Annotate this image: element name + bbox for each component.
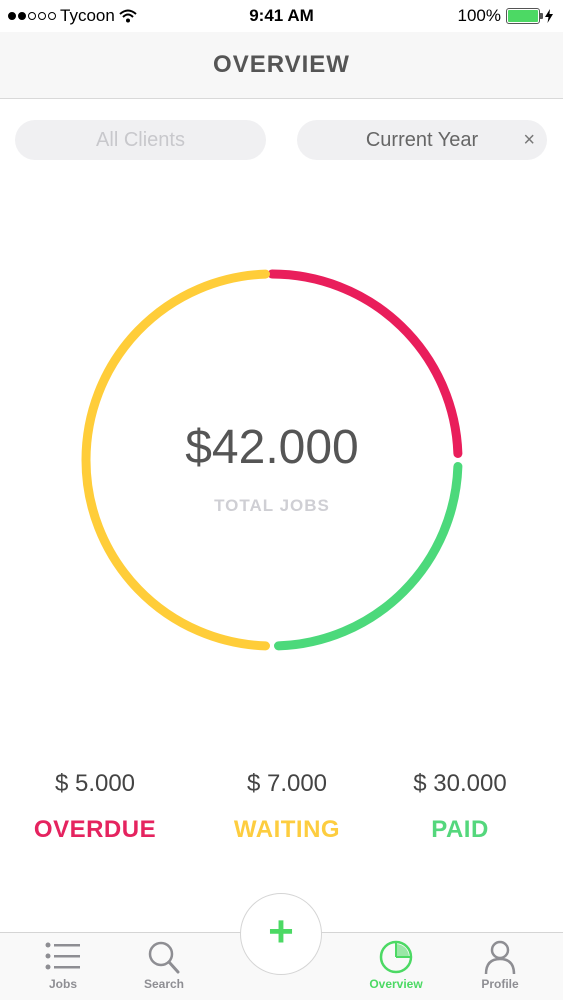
tab-overview-label: Overview [369,977,423,991]
total-jobs-amount: $42.000 [185,421,359,474]
stat-paid[interactable]: $ 30.000 PAID [370,770,550,844]
tab-jobs-label: Jobs [48,977,77,991]
total-jobs-label: TOTAL JOBS [214,496,330,515]
tab-jobs[interactable]: Jobs [23,939,103,991]
nav-header: OVERVIEW [0,32,563,99]
period-filter[interactable]: Current Year × [297,120,547,160]
tab-overview[interactable]: Overview [356,939,436,991]
list-icon [45,942,80,970]
battery-percentage: 100% [457,6,501,25]
search-icon [148,941,180,974]
stat-paid-amount: $ 30.000 [413,770,507,797]
stat-overdue[interactable]: $ 5.000 OVERDUE [5,770,185,844]
stat-waiting[interactable]: $ 7.000 WAITING [197,770,377,844]
stat-overdue-label: OVERDUE [33,816,157,843]
stat-paid-label: PAID [431,816,489,843]
stat-overdue-amount: $ 5.000 [54,770,136,797]
donut-segment-paid [273,461,463,651]
stat-waiting-amount: $ 7.000 [246,770,328,797]
tab-search-label: Search [143,977,185,991]
battery-icon [506,8,543,24]
pie-chart-icon [379,940,413,974]
tab-profile-label: Profile [481,977,519,991]
add-job-button[interactable]: + [240,893,322,975]
tab-search[interactable]: Search [124,939,204,991]
close-icon[interactable]: × [523,129,535,152]
status-bar: Tycoon 9:41 AM 100% [0,0,563,32]
charging-icon [545,9,553,23]
plus-icon: + [268,907,294,956]
period-filter-label: Current Year [365,128,479,151]
person-icon [484,940,516,975]
page-title: OVERVIEW [213,51,350,78]
stat-waiting-label: WAITING [233,816,341,843]
client-filter-label: All Clients [96,128,185,151]
status-bar-right: 100% [458,6,553,26]
client-filter[interactable]: All Clients [15,120,266,160]
tab-profile[interactable]: Profile [460,939,540,991]
